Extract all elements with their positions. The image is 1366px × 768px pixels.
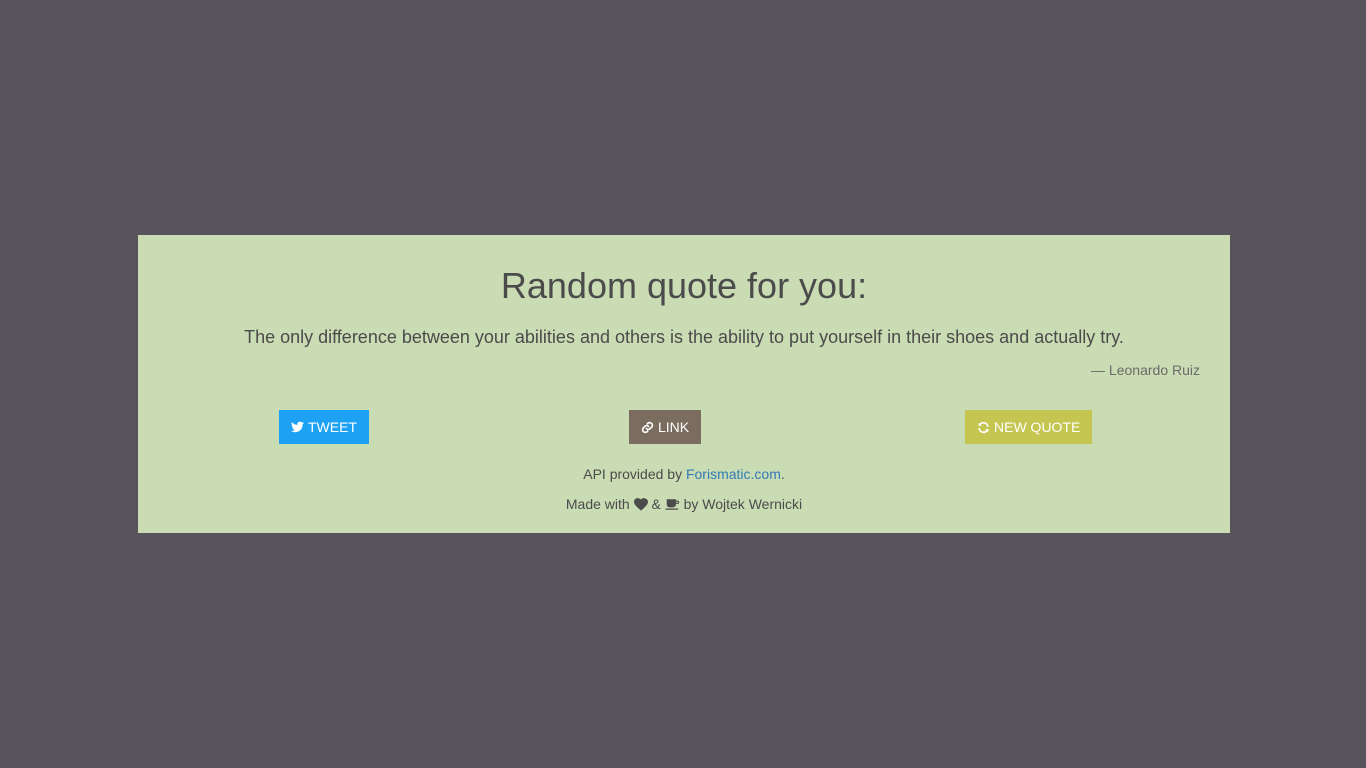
forismatic-link[interactable]: Forismatic.com (686, 466, 781, 482)
link-button[interactable]: LINK (629, 410, 702, 444)
api-credit: API provided by Forismatic.com. (138, 465, 1230, 483)
made-with-prefix: Made with (565, 496, 630, 512)
made-with-credit: Made with & by Wojtek Wernicki (138, 495, 1230, 515)
api-credit-prefix: API provided by (583, 466, 686, 482)
made-with-amp: & (651, 496, 661, 512)
coffee-icon (665, 497, 680, 515)
refresh-icon (977, 421, 990, 434)
twitter-icon (291, 421, 304, 433)
page-title: Random quote for you: (500, 265, 868, 306)
tweet-button-label: TWEET (308, 419, 357, 435)
heart-icon (633, 497, 648, 515)
link-icon (641, 421, 654, 434)
quote-card: Random quote for you: The only differenc… (138, 235, 1230, 533)
new-quote-button[interactable]: NEW QUOTE (965, 410, 1093, 444)
quote-author: — Leonardo Ruiz (1091, 362, 1200, 378)
made-with-suffix: by Wojtek Wernicki (683, 496, 803, 512)
tweet-button[interactable]: TWEET (279, 410, 369, 444)
api-credit-suffix: . (780, 466, 785, 482)
new-quote-button-label: NEW QUOTE (994, 419, 1081, 435)
quote-text: The only difference between your abiliti… (244, 327, 1124, 347)
link-button-label: LINK (658, 419, 690, 435)
